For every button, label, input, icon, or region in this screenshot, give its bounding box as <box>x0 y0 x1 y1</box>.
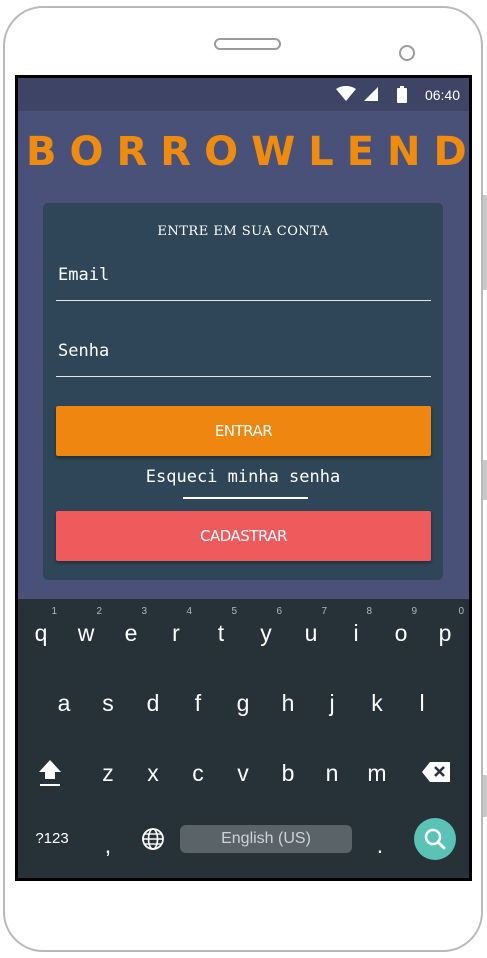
key-y[interactable]: y6 <box>244 603 288 663</box>
status-time: 06:40 <box>424 87 460 103</box>
key-w[interactable]: w2 <box>64 603 108 663</box>
key-n[interactable]: n <box>310 743 354 803</box>
email-field[interactable]: Email <box>56 261 431 301</box>
key-g[interactable]: g <box>221 673 265 733</box>
space-bar[interactable]: English (US) <box>180 825 352 853</box>
phone-screen: 06:40 BORROWLEND ENTRE EM SUA CONTA Emai… <box>15 75 472 881</box>
login-card: ENTRE EM SUA CONTA Email Senha ENTRAR Es… <box>43 203 443 580</box>
key-m[interactable]: m <box>355 743 399 803</box>
key-q[interactable]: q1 <box>19 603 63 663</box>
key-a[interactable]: a <box>42 673 86 733</box>
register-button[interactable]: CADASTRAR <box>56 511 431 561</box>
key-d[interactable]: d <box>131 673 175 733</box>
key-u[interactable]: u7 <box>289 603 333 663</box>
shift-icon <box>39 760 61 786</box>
login-button[interactable]: ENTRAR <box>56 406 431 456</box>
shift-key[interactable] <box>28 743 72 803</box>
email-placeholder: Email <box>58 265 110 285</box>
key-x[interactable]: x <box>131 743 175 803</box>
login-title: ENTRE EM SUA CONTA <box>157 224 329 239</box>
symbols-key[interactable]: ?123 <box>30 809 74 869</box>
app-logo: BORROWLEND <box>26 129 472 175</box>
password-field[interactable]: Senha <box>56 337 431 377</box>
speaker-grille <box>214 38 281 50</box>
key-k[interactable]: k <box>355 673 399 733</box>
key-z[interactable]: z <box>86 743 130 803</box>
soft-keyboard: q1 w2 e3 r4 t5 y6 u7 i8 o9 p0 a s d f g … <box>18 599 469 878</box>
key-r[interactable]: r4 <box>154 603 198 663</box>
status-bar: 06:40 <box>18 78 469 111</box>
signal-icon <box>364 87 378 101</box>
language-key[interactable] <box>131 809 175 869</box>
key-o[interactable]: o9 <box>379 603 423 663</box>
password-placeholder: Senha <box>58 341 110 361</box>
power-button <box>483 460 487 500</box>
keyboard-row-2: a s d f g h j k l <box>18 673 469 733</box>
globe-icon <box>142 828 164 850</box>
forgot-password-link[interactable]: Esqueci minha senha <box>43 467 443 487</box>
key-s[interactable]: s <box>86 673 130 733</box>
battery-icon <box>397 86 407 103</box>
keyboard-row-3: z x c v b n m <box>18 743 469 803</box>
side-key <box>483 775 487 817</box>
key-t[interactable]: t5 <box>199 603 243 663</box>
period-key[interactable]: . <box>358 815 402 875</box>
key-b[interactable]: b <box>266 743 310 803</box>
key-p[interactable]: p0 <box>423 603 467 663</box>
key-f[interactable]: f <box>176 673 220 733</box>
front-camera <box>399 45 415 61</box>
key-c[interactable]: c <box>176 743 220 803</box>
key-v[interactable]: v <box>221 743 265 803</box>
keyboard-row-1: q1 w2 e3 r4 t5 y6 u7 i8 o9 p0 <box>18 603 469 663</box>
key-l[interactable]: l <box>400 673 444 733</box>
key-j[interactable]: j <box>310 673 354 733</box>
backspace-icon <box>422 762 450 782</box>
backspace-key[interactable] <box>414 743 458 803</box>
wifi-icon <box>336 86 356 101</box>
comma-key[interactable]: , <box>86 815 130 875</box>
forgot-password-underline <box>183 497 308 499</box>
key-i[interactable]: i8 <box>334 603 378 663</box>
volume-button <box>483 195 487 290</box>
search-icon <box>424 828 446 850</box>
key-h[interactable]: h <box>266 673 310 733</box>
search-key[interactable] <box>414 818 456 860</box>
key-e[interactable]: e3 <box>109 603 153 663</box>
